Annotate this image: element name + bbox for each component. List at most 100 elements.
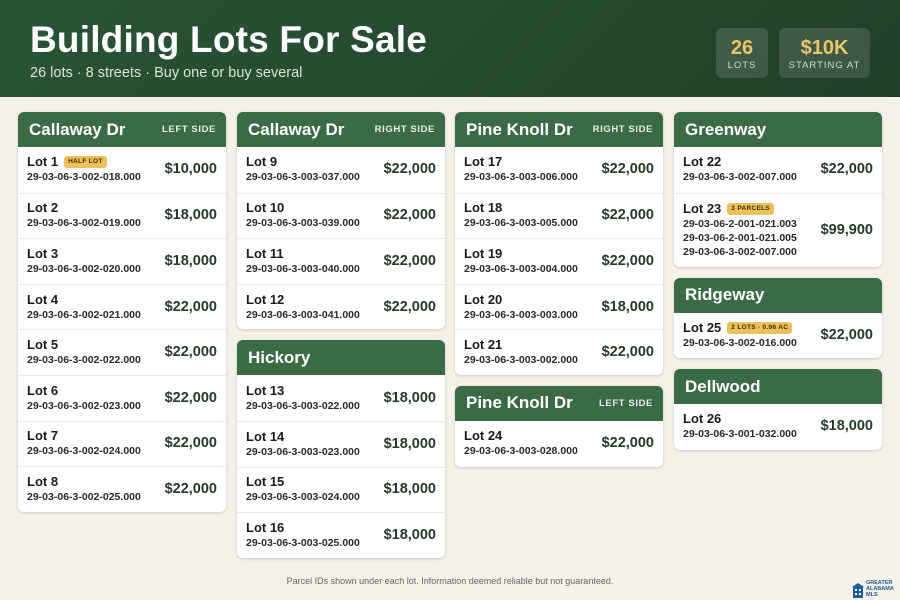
lot-row: Lot 6 29-03-06-3-002-023.000 $22,000 xyxy=(18,374,226,421)
parcel-id: 29-03-06-3-003-040.000 xyxy=(246,262,360,275)
lot-price: $22,000 xyxy=(601,161,654,178)
lot-price: $22,000 xyxy=(383,298,436,315)
lot-name: Lot 26 xyxy=(683,411,722,427)
parcel-id: 29-03-06-3-002-016.000 xyxy=(683,336,797,349)
building-icon xyxy=(852,583,864,598)
lot-price: $18,000 xyxy=(164,252,217,269)
parcel-id: 29-03-06-3-002-020.000 xyxy=(27,262,141,275)
lot-name: Lot 25 xyxy=(683,319,722,335)
lot-name: Lot 3 xyxy=(27,245,59,261)
lot-name: Lot 6 xyxy=(27,382,59,398)
column-2: Callaway Dr RIGHT SIDE Lot 9 29-03-06-3-003… xyxy=(237,112,445,569)
lot-title-line: Lot 5 xyxy=(27,337,141,353)
parcel-id: 29-03-06-3-003-004.000 xyxy=(464,262,578,275)
parcel-id: 29-03-06-2-001-021.003 xyxy=(683,217,797,230)
lot-title-line: Lot 3 xyxy=(27,246,141,262)
street-name: Hickory xyxy=(248,347,311,367)
lot-info: Lot 18 29-03-06-3-003-005.000 xyxy=(464,200,578,230)
lot-info: Lot 4 29-03-06-3-002-021.000 xyxy=(27,292,141,322)
lot-title-line: Lot 4 xyxy=(27,292,141,308)
parcel-id: 29-03-06-2-001-021.005 xyxy=(683,231,797,244)
lot-info: Lot 17 29-03-06-3-003-006.000 xyxy=(464,154,578,184)
lot-title-line: Lot 19 xyxy=(464,246,578,262)
lot-list: Lot 26 29-03-06-3-001-032.000 $18,000 xyxy=(674,404,882,450)
lot-name: Lot 11 xyxy=(246,245,284,261)
lot-name: Lot 4 xyxy=(27,291,59,307)
street-name: Pine Knoll Dr xyxy=(466,393,573,413)
lot-row: Lot 2 29-03-06-3-002-019.000 $18,000 xyxy=(18,192,226,239)
lot-row: Lot 5 29-03-06-3-002-022.000 $22,000 xyxy=(18,329,226,375)
lot-row: Lot 4 29-03-06-3-002-021.000 $22,000 xyxy=(18,283,226,330)
lot-row: Lot 22 29-03-06-3-002-007.000 $22,000 xyxy=(674,147,882,193)
lot-name: Lot 2 xyxy=(27,200,59,216)
lot-row: Lot 10 29-03-06-3-003-039.000 $22,000 xyxy=(237,192,445,239)
lot-name: Lot 10 xyxy=(246,200,285,216)
lot-name: Lot 12 xyxy=(246,291,285,307)
lot-title-line: Lot 13 xyxy=(246,383,360,399)
lot-info: Lot 1 HALF LOT 29-03-06-3-002-018.000 xyxy=(27,154,141,184)
lot-price: $10,000 xyxy=(164,161,217,178)
parcel-id: 29-03-06-3-003-024.000 xyxy=(246,491,360,504)
lot-info: Lot 26 29-03-06-3-001-032.000 xyxy=(683,411,797,441)
parcel-id: 29-03-06-3-003-023.000 xyxy=(246,445,360,458)
lot-list: Lot 17 29-03-06-3-003-006.000 $22,000 Lot 1… xyxy=(455,147,663,375)
lot-info: Lot 9 29-03-06-3-003-037.000 xyxy=(246,154,360,184)
lot-info: Lot 3 29-03-06-3-002-020.000 xyxy=(27,246,141,276)
stat-lots-value: 26 xyxy=(730,37,754,59)
lot-price: $22,000 xyxy=(601,252,654,269)
lot-name: Lot 19 xyxy=(464,245,503,261)
street-name: Callaway Dr xyxy=(248,119,345,139)
lot-title-line: Lot 22 xyxy=(683,154,797,170)
street-card: Pine Knoll Dr RIGHT SIDE Lot 17 29-03-06-3-… xyxy=(455,112,663,375)
street-card-header: Dellwood xyxy=(674,369,882,405)
lot-name: Lot 7 xyxy=(27,428,59,444)
lot-list: Lot 24 29-03-06-3-003-028.000 $22,000 xyxy=(455,421,663,467)
parcel-id: 29-03-06-3-003-039.000 xyxy=(246,217,360,230)
parcel-id: 29-03-06-3-002-024.000 xyxy=(27,445,141,458)
lot-row: Lot 12 29-03-06-3-003-041.000 $22,000 xyxy=(237,283,445,330)
street-card: Greenway Lot 22 29-03-06-3-002-007.000 $22,… xyxy=(674,112,882,267)
lot-price: $22,000 xyxy=(383,161,436,178)
street-name: Ridgeway xyxy=(685,285,765,305)
lot-info: Lot 6 29-03-06-3-002-023.000 xyxy=(27,383,141,413)
lot-title-line: Lot 12 xyxy=(246,292,360,308)
street-card: Dellwood Lot 26 29-03-06-3-001-032.000 $18,… xyxy=(674,369,882,450)
street-card: Callaway Dr RIGHT SIDE Lot 9 29-03-06-3-003… xyxy=(237,112,445,330)
parcel-id: 29-03-06-3-003-005.000 xyxy=(464,217,578,230)
parcel-id: 29-03-06-3-003-002.000 xyxy=(464,354,578,367)
lot-list: Lot 1 HALF LOT 29-03-06-3-002-018.000 $10,0… xyxy=(18,147,226,512)
lot-title-line: Lot 8 xyxy=(27,474,141,490)
street-side: RIGHT SIDE xyxy=(374,124,435,135)
lot-list: Lot 25 2 LOTS · 0.96 AC 29-03-06-3-002-016… xyxy=(674,313,882,359)
street-card-header: Pine Knoll Dr LEFT SIDE xyxy=(455,385,663,421)
street-name: Dellwood xyxy=(685,376,761,396)
lot-info: Lot 22 29-03-06-3-002-007.000 xyxy=(683,154,797,184)
lot-name: Lot 14 xyxy=(246,428,285,444)
lot-price: $22,000 xyxy=(601,207,654,224)
street-side: RIGHT SIDE xyxy=(592,124,653,135)
street-card-header: Greenway xyxy=(674,112,882,147)
stat-starting-price: $10K STARTING AT xyxy=(779,28,870,78)
footer-note: Parcel IDs shown under each lot. Informa… xyxy=(286,576,614,586)
lot-row: Lot 20 29-03-06-3-003-003.000 $18,000 xyxy=(455,283,663,330)
stats-group: 26 LOTS $10K STARTING AT xyxy=(716,28,870,78)
stat-starting-price-label: STARTING AT xyxy=(788,60,861,71)
street-side: LEFT SIDE xyxy=(162,124,216,135)
parcel-id: 29-03-06-3-003-022.000 xyxy=(246,399,360,412)
stat-lots: 26 LOTS xyxy=(716,28,768,78)
lot-row: Lot 9 29-03-06-3-003-037.000 $22,000 xyxy=(237,147,445,193)
lot-info: Lot 23 3 PARCELS 29-03-06-2-001-021.003 29-… xyxy=(683,201,797,259)
street-card: Hickory Lot 13 29-03-06-3-003-022.000 $18,0… xyxy=(237,340,445,558)
lot-row: Lot 8 29-03-06-3-002-025.000 $22,000 xyxy=(18,466,226,512)
lot-row: Lot 21 29-03-06-3-003-002.000 $22,000 xyxy=(455,329,663,375)
lot-price: $22,000 xyxy=(820,161,873,178)
lot-name: Lot 16 xyxy=(246,519,285,535)
lot-title-line: Lot 9 xyxy=(246,154,360,170)
lot-row: Lot 17 29-03-06-3-003-006.000 $22,000 xyxy=(455,147,663,193)
parcel-id: 29-03-06-3-003-006.000 xyxy=(464,171,578,184)
lot-name: Lot 17 xyxy=(464,154,503,170)
lot-price: $18,000 xyxy=(383,389,436,406)
lot-price: $22,000 xyxy=(164,480,217,497)
lot-row: Lot 19 29-03-06-3-003-004.000 $22,000 xyxy=(455,238,663,284)
parcel-id: 29-03-06-3-003-003.000 xyxy=(464,308,578,321)
